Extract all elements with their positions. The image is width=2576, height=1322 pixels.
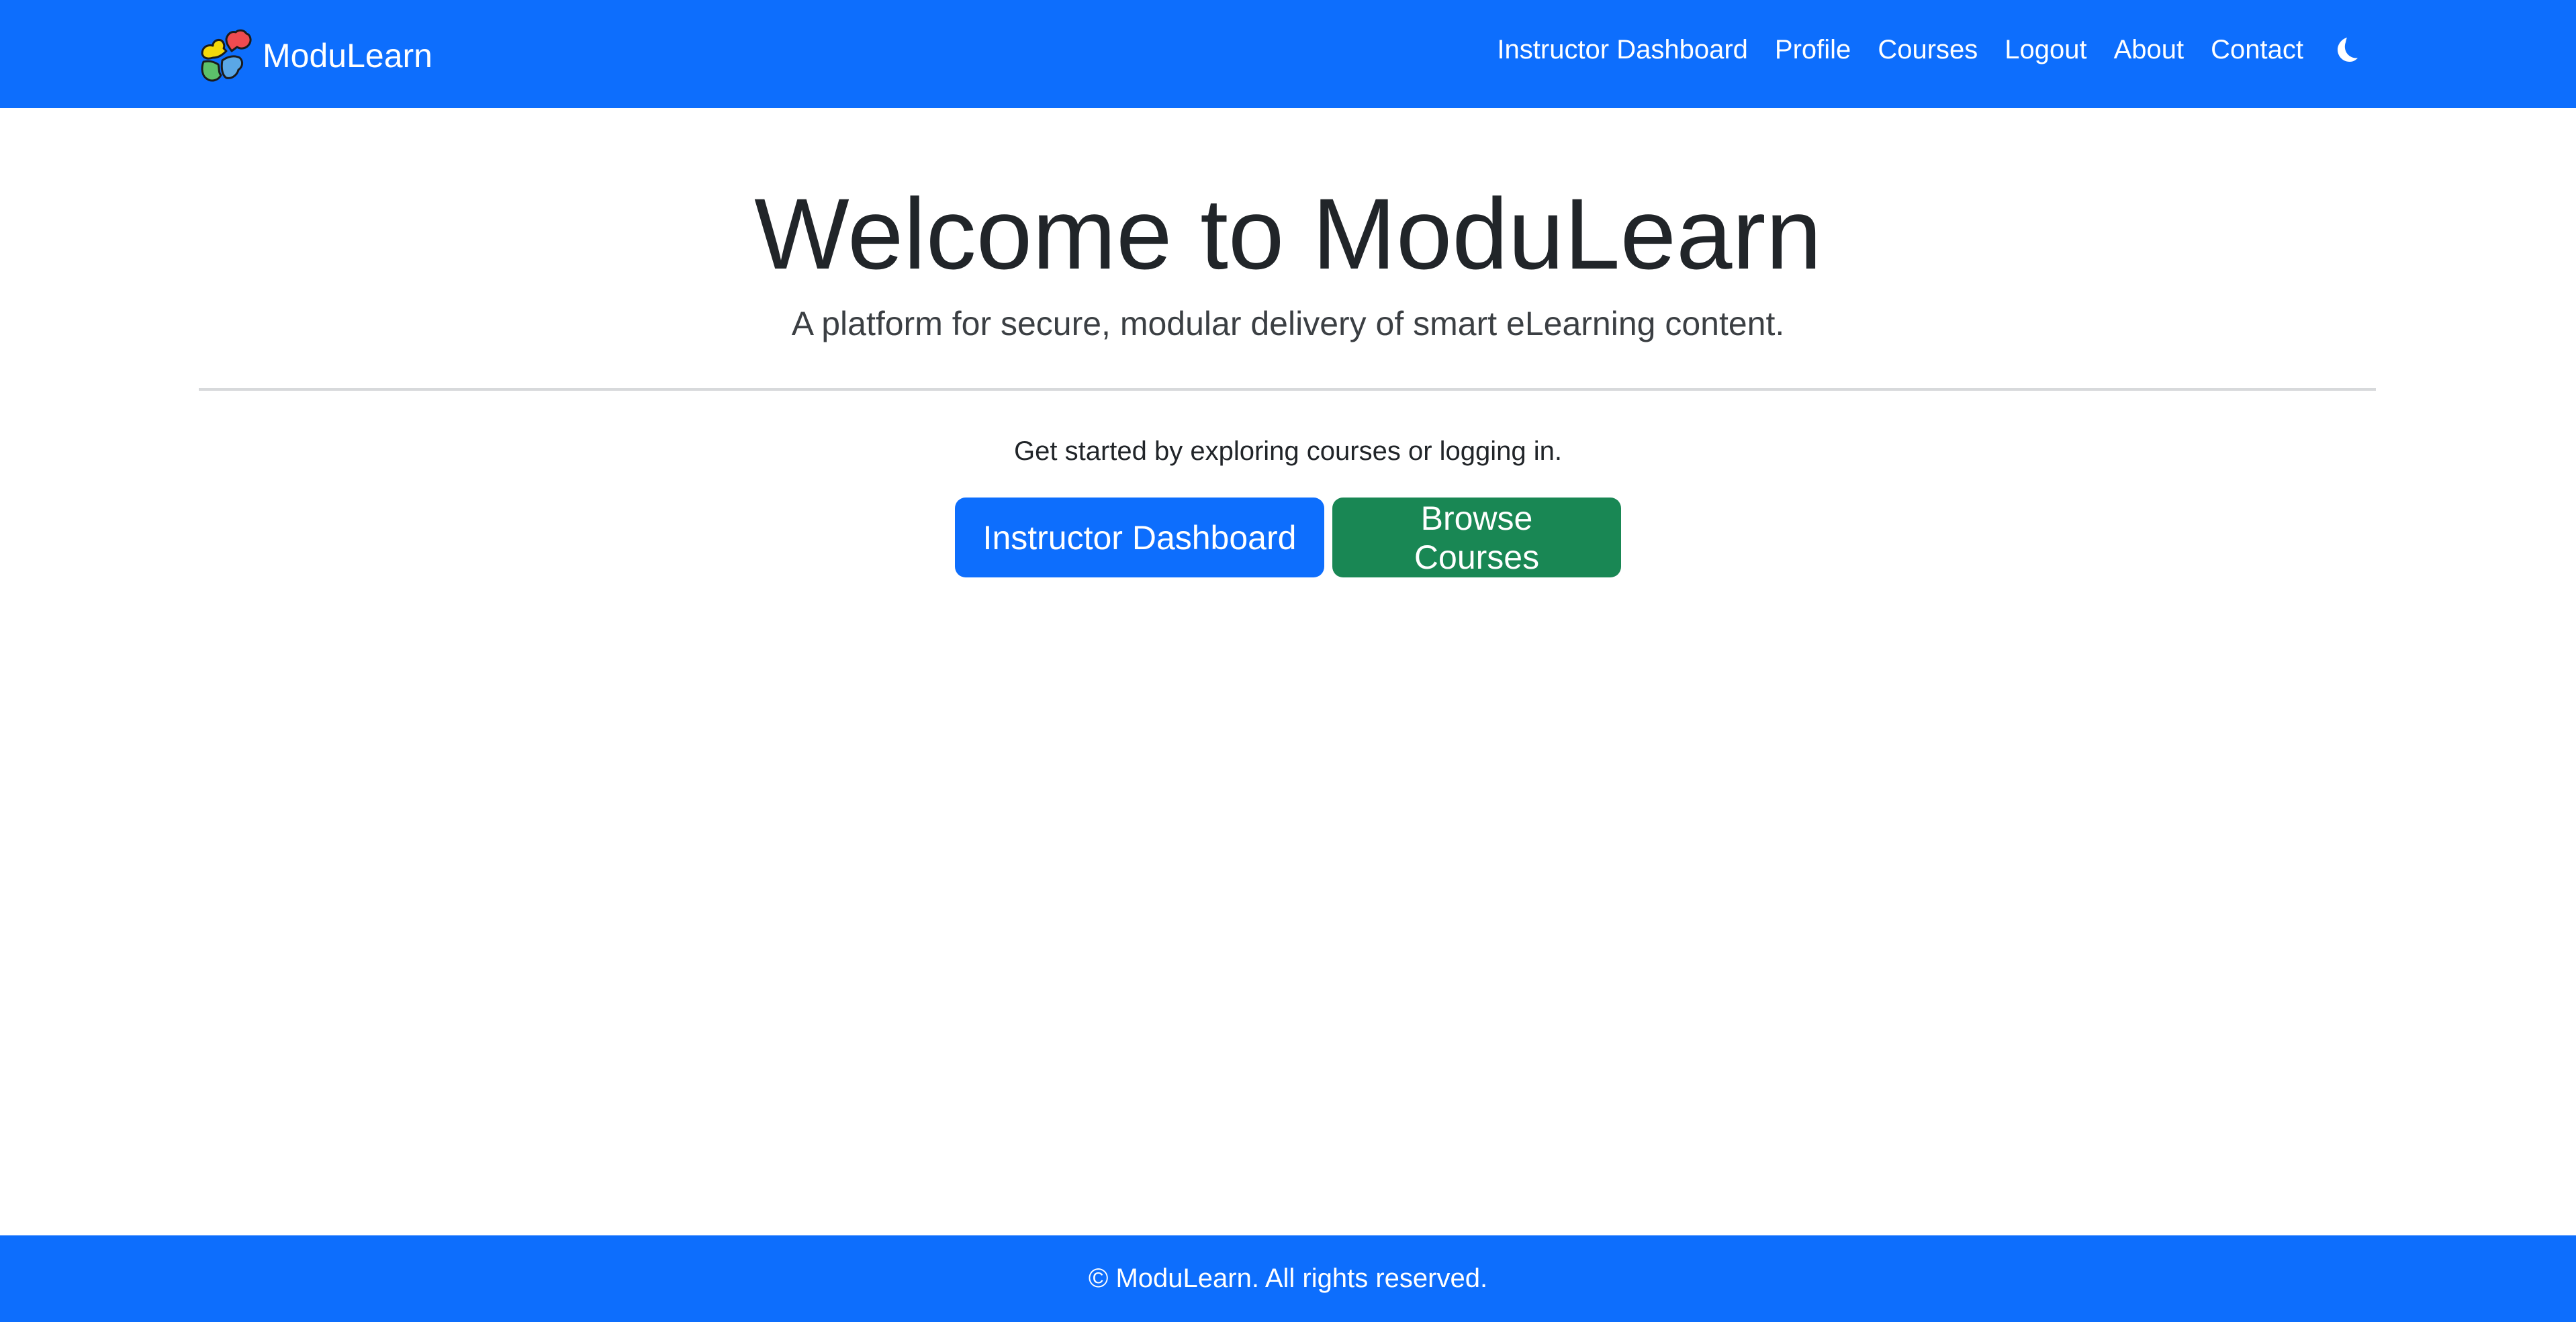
nav-link-logout[interactable]: Logout	[2005, 35, 2086, 65]
footer: © ModuLearn. All rights reserved.	[0, 1235, 2576, 1322]
instructor-dashboard-button[interactable]: Instructor Dashboard	[955, 498, 1324, 577]
brand-name: ModuLearn	[263, 37, 432, 75]
puzzle-logo-icon	[201, 29, 252, 82]
divider	[199, 388, 2376, 391]
moon-icon	[2338, 38, 2358, 62]
page-title: Welcome to ModuLearn	[754, 177, 1822, 290]
nav-links: Instructor Dashboard Profile Courses Log…	[1497, 30, 2361, 70]
nav-link-instructor-dashboard[interactable]: Instructor Dashboard	[1497, 35, 1748, 65]
brand-link[interactable]: ModuLearn	[197, 27, 432, 85]
page-subtitle: A platform for secure, modular delivery …	[791, 305, 1785, 342]
theme-toggle-button[interactable]	[2330, 34, 2361, 65]
navbar: ModuLearn Instructor Dashboard Profile C…	[0, 0, 2576, 108]
nav-link-about[interactable]: About	[2114, 35, 2184, 65]
browse-courses-button[interactable]: Browse Courses	[1332, 498, 1621, 577]
cta-button-group: Instructor Dashboard Browse Courses	[0, 498, 2576, 577]
nav-link-profile[interactable]: Profile	[1775, 35, 1851, 65]
nav-link-courses[interactable]: Courses	[1878, 35, 1978, 65]
footer-copyright: © ModuLearn. All rights reserved.	[1088, 1264, 1488, 1293]
nav-link-contact[interactable]: Contact	[2211, 35, 2303, 65]
page: ModuLearn Instructor Dashboard Profile C…	[0, 0, 2576, 1322]
lead-text: Get started by exploring courses or logg…	[1014, 436, 1562, 466]
